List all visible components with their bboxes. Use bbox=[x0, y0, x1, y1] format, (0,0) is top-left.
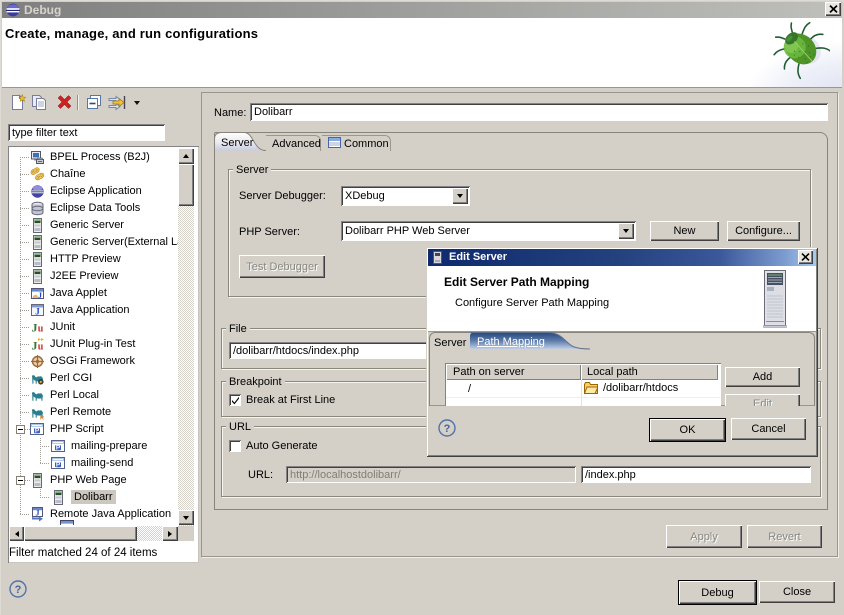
svg-text:J: J bbox=[35, 306, 40, 316]
svg-text:P: P bbox=[35, 427, 40, 434]
svg-text:?: ? bbox=[444, 423, 451, 435]
svg-text:u: u bbox=[38, 323, 44, 334]
svg-text:?: ? bbox=[15, 584, 22, 596]
svg-text:J: J bbox=[36, 508, 40, 517]
svg-text:u: u bbox=[38, 341, 44, 352]
svg-text:J: J bbox=[32, 320, 38, 334]
svg-text:J: J bbox=[32, 338, 38, 352]
svg-text:P: P bbox=[56, 461, 61, 468]
svg-text:J: J bbox=[38, 291, 42, 300]
svg-text:R: R bbox=[40, 415, 44, 420]
svg-text:P: P bbox=[56, 444, 61, 451]
